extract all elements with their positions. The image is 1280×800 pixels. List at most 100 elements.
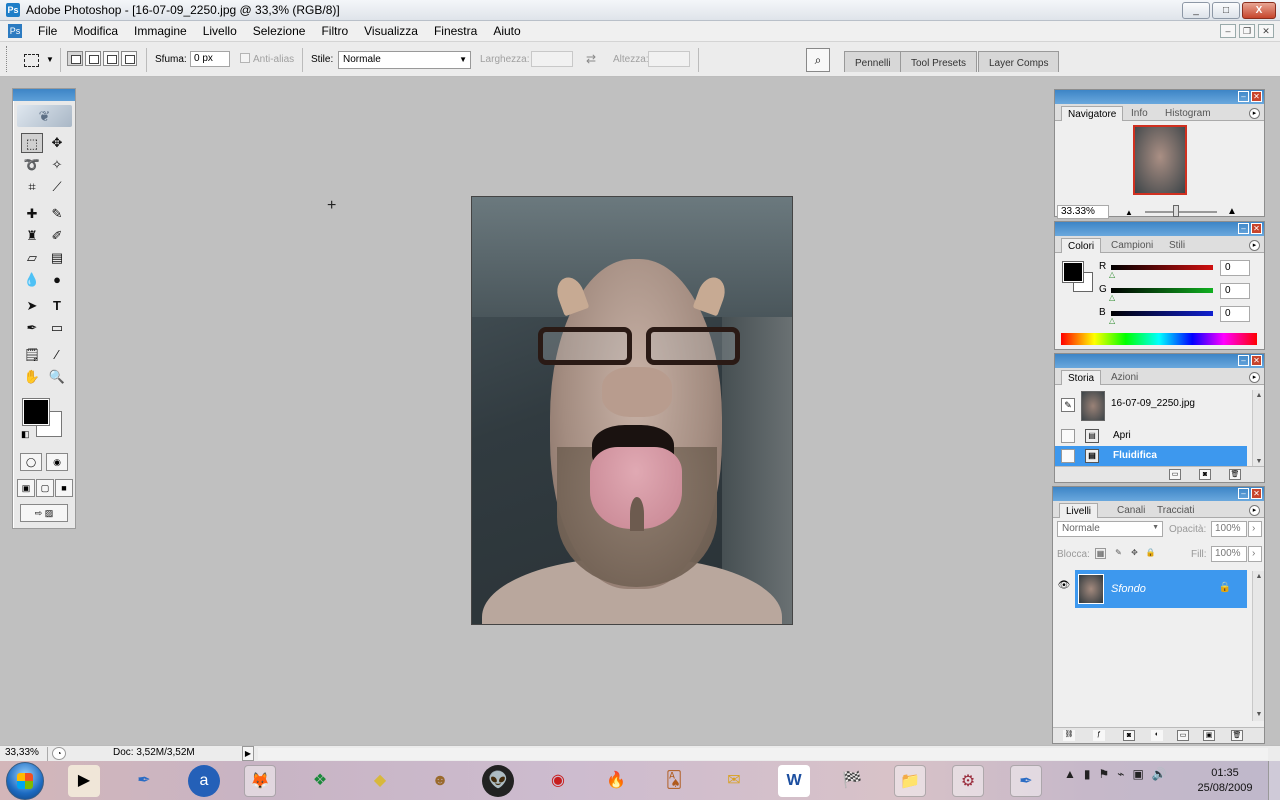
document-icon[interactable]: Ps bbox=[8, 24, 22, 38]
clock[interactable]: 01:35 25/08/2009 bbox=[1194, 766, 1256, 796]
snapshot-name[interactable]: 16-07-09_2250.jpg bbox=[1111, 398, 1195, 409]
fire-app-icon[interactable]: 🔥 bbox=[600, 765, 632, 797]
navigator-zoom-field[interactable]: 33.33% bbox=[1057, 205, 1109, 219]
volume-icon[interactable]: 🔊 bbox=[1152, 767, 1167, 795]
lock-image-icon[interactable]: ✎ bbox=[1113, 548, 1124, 559]
fill-input[interactable]: 100% bbox=[1211, 546, 1247, 562]
palette-menu-icon[interactable]: ▸ bbox=[1249, 505, 1260, 516]
blur-tool-icon[interactable]: 💧 bbox=[21, 270, 43, 290]
history-step[interactable]: ▤ Apri bbox=[1055, 426, 1247, 446]
menu-visualizza[interactable]: Visualizza bbox=[356, 24, 426, 38]
file-browser-button[interactable]: ⌕ bbox=[806, 48, 830, 72]
horizontal-scrollbar[interactable] bbox=[258, 748, 1268, 760]
magic-wand-icon[interactable]: ✧ bbox=[46, 155, 68, 175]
eraser-tool-icon[interactable]: ▱ bbox=[21, 248, 43, 268]
signal-icon[interactable]: ▮ bbox=[1084, 767, 1091, 795]
history-step-selected[interactable]: ▤ Fluidifica bbox=[1055, 446, 1247, 466]
toolbox-header[interactable] bbox=[13, 89, 75, 101]
default-colors-icon[interactable]: ◧ bbox=[21, 429, 30, 440]
lock-all-icon[interactable]: 🔒 bbox=[1145, 548, 1156, 559]
tab-storia[interactable]: Storia bbox=[1061, 370, 1102, 385]
network-app-icon[interactable]: ✒ bbox=[128, 765, 160, 797]
palette-header[interactable]: – ✕ bbox=[1055, 354, 1264, 368]
zoom-in-icon[interactable]: ▲ bbox=[1227, 206, 1237, 217]
status-zoom[interactable]: 33,33% bbox=[2, 747, 48, 761]
navigator-zoom-slider[interactable] bbox=[1145, 211, 1217, 213]
explorer-folder-icon[interactable]: 📁 bbox=[894, 765, 926, 797]
standard-mode-button[interactable]: ◯ bbox=[20, 453, 42, 471]
status-menu-arrow[interactable]: ▶ bbox=[242, 746, 254, 761]
zoom-tool-icon[interactable]: 🔍 bbox=[46, 367, 68, 387]
screen-mode-full-menu-button[interactable]: ▢ bbox=[36, 479, 54, 497]
well-tab-layer-comps[interactable]: Layer Comps bbox=[978, 51, 1060, 72]
layers-scrollbar[interactable]: ▲ ▼ bbox=[1252, 571, 1264, 721]
healing-brush-icon[interactable]: ✚ bbox=[21, 204, 43, 224]
marquee-tool-icon[interactable]: ⬚ bbox=[21, 133, 43, 153]
snapshot-thumbnail[interactable] bbox=[1081, 391, 1105, 421]
channel-value-g[interactable]: 0 bbox=[1220, 283, 1250, 299]
brush-tool-icon[interactable]: ✎ bbox=[46, 204, 68, 224]
lasso-tool-icon[interactable]: ➰ bbox=[21, 155, 43, 175]
screen-mode-full-button[interactable]: ■ bbox=[55, 479, 73, 497]
palette-menu-icon[interactable]: ▸ bbox=[1249, 240, 1260, 251]
path-selection-icon[interactable]: ➤ bbox=[21, 296, 43, 316]
well-tab-tool-presets[interactable]: Tool Presets bbox=[900, 51, 978, 72]
tab-stili[interactable]: Stili bbox=[1163, 238, 1191, 253]
start-button[interactable] bbox=[6, 762, 44, 800]
cards-app-icon[interactable]: 🂡 bbox=[658, 765, 690, 797]
new-selection-button[interactable] bbox=[67, 51, 83, 66]
crop-tool-icon[interactable]: ⌗ bbox=[21, 177, 43, 197]
lock-position-icon[interactable]: ✥ bbox=[1129, 548, 1140, 559]
menu-selezione[interactable]: Selezione bbox=[245, 24, 314, 38]
word-icon[interactable]: W bbox=[778, 765, 810, 797]
feather-input[interactable]: 0 px bbox=[190, 51, 230, 67]
delete-state-icon[interactable]: 🗑 bbox=[1229, 469, 1241, 480]
history-brush-source-icon[interactable]: ✎ bbox=[1061, 398, 1075, 412]
maximize-button[interactable]: □ bbox=[1212, 2, 1240, 19]
jump-to-imageready-button[interactable]: ⇨ ▨ bbox=[20, 504, 68, 522]
tab-canali[interactable]: Canali bbox=[1111, 503, 1151, 518]
opacity-input[interactable]: 100% bbox=[1211, 521, 1247, 537]
doc-minimize-button[interactable]: – bbox=[1220, 24, 1236, 38]
media-player-icon[interactable]: ▶ bbox=[68, 765, 100, 797]
status-info-icon[interactable]: ◔ bbox=[52, 747, 66, 760]
hand-tool-icon[interactable]: ✋ bbox=[21, 367, 43, 387]
tray-expand-icon[interactable]: ▲ bbox=[1064, 767, 1076, 795]
channel-slider-b[interactable] bbox=[1111, 311, 1213, 316]
menu-immagine[interactable]: Immagine bbox=[126, 24, 195, 38]
layer-style-icon[interactable]: ƒ bbox=[1093, 730, 1105, 741]
tab-livelli[interactable]: Livelli bbox=[1059, 503, 1099, 518]
palette-menu-icon[interactable]: ▸ bbox=[1249, 108, 1260, 119]
menu-filtro[interactable]: Filtro bbox=[313, 24, 356, 38]
palette-minimize-button[interactable]: – bbox=[1238, 488, 1249, 499]
racing-app-icon[interactable]: 🏁 bbox=[836, 765, 868, 797]
channel-value-r[interactable]: 0 bbox=[1220, 260, 1250, 276]
channel-slider-g[interactable] bbox=[1111, 288, 1213, 293]
gradient-tool-icon[interactable]: ▤ bbox=[46, 248, 68, 268]
history-source-checkbox[interactable] bbox=[1061, 449, 1075, 463]
palette-close-button[interactable]: ✕ bbox=[1251, 223, 1262, 234]
history-scrollbar[interactable]: ▲ ▼ bbox=[1252, 390, 1264, 468]
new-group-icon[interactable]: ▭ bbox=[1177, 730, 1189, 741]
layer-name[interactable]: Sfondo bbox=[1111, 583, 1146, 595]
scroll-up-icon[interactable]: ▲ bbox=[1253, 571, 1265, 583]
antialias-checkbox[interactable] bbox=[240, 53, 250, 63]
menu-file[interactable]: File bbox=[30, 24, 65, 38]
network-icon[interactable]: ▣ bbox=[1133, 767, 1144, 795]
eyedropper-tool-icon[interactable]: ⁄ bbox=[46, 345, 68, 365]
sticky-notes-icon[interactable]: ◆ bbox=[364, 765, 396, 797]
tab-colori[interactable]: Colori bbox=[1061, 238, 1102, 253]
foreground-color-swatch[interactable] bbox=[22, 398, 50, 426]
close-button[interactable]: X bbox=[1242, 2, 1276, 19]
color-spectrum-bar[interactable] bbox=[1061, 333, 1257, 345]
power-icon[interactable]: ⌁ bbox=[1117, 767, 1124, 795]
minimize-button[interactable]: _ bbox=[1182, 2, 1210, 19]
palette-close-button[interactable]: ✕ bbox=[1251, 488, 1262, 499]
palette-header[interactable]: – ✕ bbox=[1053, 487, 1264, 501]
history-source-checkbox[interactable] bbox=[1061, 429, 1075, 443]
style-select[interactable]: Normale ▼ bbox=[338, 51, 471, 69]
type-tool-icon[interactable]: T bbox=[46, 296, 68, 316]
layer-visibility-eye-icon[interactable]: 👁 bbox=[1057, 580, 1071, 594]
tool-preset-picker[interactable]: ▼ bbox=[18, 49, 54, 71]
mail-app-icon[interactable]: ✉ bbox=[718, 765, 750, 797]
